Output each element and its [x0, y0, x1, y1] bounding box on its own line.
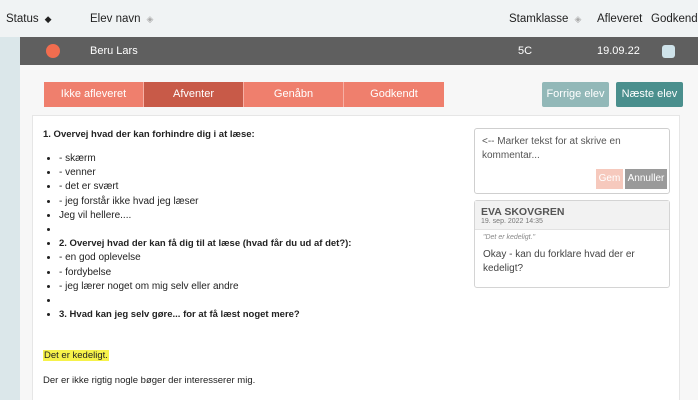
student-class: 5C [518, 45, 533, 57]
tab-afventer[interactable]: Afventer [144, 82, 244, 107]
answer-list: - skærm - venner - det er svært - jeg fo… [43, 152, 479, 322]
next-student-button[interactable]: Næste elev [616, 82, 683, 107]
save-button[interactable]: Gem [596, 169, 623, 189]
student-row[interactable]: Beru Lars 5C 19.09.22 [20, 37, 698, 65]
column-afleveret[interactable]: Afleveret [597, 13, 642, 25]
comment-card[interactable]: EVA SKOVGREN 19. sep. 2022 14:35 "Det er… [474, 200, 670, 288]
list-item: - skærm [59, 152, 479, 166]
tab-genaabn[interactable]: Genåbn [244, 82, 344, 107]
highlighted-text[interactable]: Det er kedeligt. [43, 350, 109, 361]
list-item: - en god oplevelse [59, 251, 479, 265]
comment-date: 19. sep. 2022 14:35 [481, 218, 543, 225]
student-detail-panel: Ikke afleveret Afventer Genåbn Godkendt … [20, 65, 698, 400]
column-status[interactable]: Status ◆ [6, 13, 52, 25]
tab-godkendt[interactable]: Godkendt [344, 82, 444, 107]
tab-ikke-afleveret[interactable]: Ikke afleveret [44, 82, 144, 107]
list-item: - det er svært [59, 180, 479, 194]
student-date: 19.09.22 [597, 45, 640, 57]
status-dot-icon [46, 44, 60, 58]
comment-quote: "Det er kedeligt." [483, 234, 536, 241]
sort-icon[interactable]: ◈ [574, 14, 581, 24]
approve-checkbox[interactable] [662, 45, 675, 58]
question-3: 3. Hvad kan jeg selv gøre... for at få l… [59, 308, 479, 322]
status-tabs: Ikke afleveret Afventer Genåbn Godkendt [44, 82, 444, 107]
student-name: Beru Lars [90, 45, 138, 57]
answer-text: Der er ikke rigtig nogle bøger der inter… [43, 375, 256, 386]
comment-input-box[interactable]: <-- Marker tekst for at skrive en kommen… [474, 128, 670, 194]
list-item: - jeg forstår ikke hvad jeg læser [59, 195, 479, 209]
previous-student-button[interactable]: Forrige elev [542, 82, 609, 107]
column-godkendt[interactable]: Godkend [651, 13, 698, 25]
comment-author: EVA SKOVGREN [481, 206, 565, 218]
assignment-content: 1. Overvej hvad der kan forhindre dig i … [32, 115, 680, 400]
column-elev-navn[interactable]: Elev navn ◈ [90, 13, 153, 25]
comment-placeholder: <-- Marker tekst for at skrive en kommen… [482, 136, 621, 161]
list-item [59, 294, 479, 308]
list-item: Jeg vil hellere.... [59, 209, 479, 223]
cancel-button[interactable]: Annuller [625, 169, 667, 189]
list-item: - jeg lærer noget om mig selv eller andr… [59, 280, 479, 294]
comment-header: EVA SKOVGREN 19. sep. 2022 14:35 [475, 201, 669, 230]
list-item [59, 223, 479, 237]
list-item: - venner [59, 166, 479, 180]
list-item: - fordybelse [59, 266, 479, 280]
sort-icon[interactable]: ◆ [45, 14, 52, 24]
sort-icon[interactable]: ◈ [147, 14, 154, 24]
comment-text: Okay - kan du forklare hvad der er kedel… [483, 249, 635, 274]
question-2: 2. Overvej hvad der kan få dig til at læ… [59, 237, 479, 251]
column-stamklasse[interactable]: Stamklasse ◈ [509, 13, 581, 25]
table-header: Status ◆ Elev navn ◈ Stamklasse ◈ Afleveret… [0, 0, 698, 37]
question-1: 1. Overvej hvad der kan forhindre dig i … [43, 129, 255, 140]
